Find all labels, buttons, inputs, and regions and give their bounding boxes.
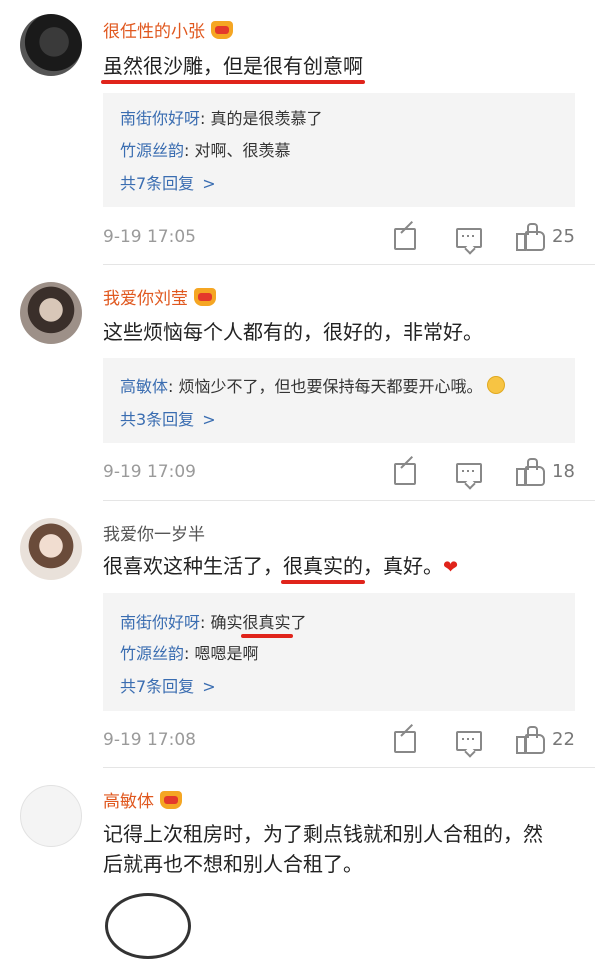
highlighted-text: 很真实的 [283,554,363,578]
comment-text: 很喜欢这种生活了，很真实的，真好。❤ [103,554,459,578]
timestamp: 9-19 17:05 [103,227,196,247]
more-replies-link[interactable]: 共7条回复 > [120,673,216,697]
share-icon[interactable] [392,723,416,753]
reply-username[interactable]: 南街你好呀 [120,109,200,128]
avatar[interactable] [20,785,82,847]
reply-item[interactable]: 南街你好呀: 确实很真实了 [120,609,307,633]
share-icon[interactable] [392,220,416,250]
like-count: 18 [552,461,575,482]
reply-item[interactable]: 竹源丝韵: 对啊、很羡慕 [120,137,291,161]
avatar[interactable] [20,518,82,580]
more-replies-link[interactable]: 共7条回复 > [120,170,216,194]
highlighted-text: 虽然很沙雕，但是很有创意啊 [103,54,363,78]
chevron-right-icon: > [202,174,216,193]
vip-crown-icon [194,288,216,306]
reply-username[interactable]: 竹源丝韵 [120,141,184,160]
sticker-image[interactable] [105,893,191,959]
reply-username[interactable]: 竹源丝韵 [120,644,184,663]
timestamp: 9-19 17:09 [103,462,196,482]
chevron-right-icon: > [202,410,216,429]
replies-box[interactable]: 南街你好呀: 真的是很羡慕了 竹源丝韵: 对啊、很羡慕 共7条回复 > [103,93,575,207]
reply-username[interactable]: 南街你好呀 [120,613,200,632]
comment-icon[interactable] [456,729,482,753]
replies-box[interactable]: 高敏体: 烦恼少不了，但也要保持每天都要开心哦。 共3条回复 > [103,358,575,443]
avatar[interactable] [20,282,82,344]
comment-text: 这些烦恼每个人都有的，很好的，非常好。 [103,320,483,344]
vip-crown-icon [211,21,233,39]
like-count: 25 [552,226,575,247]
replies-box[interactable]: 南街你好呀: 确实很真实了 竹源丝韵: 嗯嗯是啊 共7条回复 > [103,593,575,711]
heart-icon: ❤ [443,557,459,578]
more-replies-link[interactable]: 共3条回复 > [120,406,216,430]
avatar[interactable] [20,14,82,76]
reply-username[interactable]: 高敏体 [120,377,168,396]
comment-text: 虽然很沙雕，但是很有创意啊 [103,50,573,82]
highlighted-text: 很真实 [242,613,291,632]
username[interactable]: 高敏体 [103,787,182,812]
like-icon[interactable] [516,458,545,486]
reply-item[interactable]: 南街你好呀: 真的是很羡慕了 [120,105,323,129]
comment-text-line: 记得上次租房时，为了剩点钱就和别人合租的，然 [103,822,543,846]
share-icon[interactable] [392,455,416,485]
reply-item[interactable]: 竹源丝韵: 嗯嗯是啊 [120,640,259,664]
username[interactable]: 我爱你刘莹 [103,284,216,309]
like-icon[interactable] [516,223,545,251]
divider [103,767,595,768]
divider [103,500,595,501]
smile-emoji-icon [486,376,505,394]
comment-text-line: 后就再也不想和别人合租了。 [103,852,363,876]
vip-crown-icon [160,791,182,809]
reply-item[interactable]: 高敏体: 烦恼少不了，但也要保持每天都要开心哦。 [120,373,505,397]
divider [103,264,595,265]
username[interactable]: 我爱你一岁半 [103,520,205,545]
comment-icon[interactable] [456,461,482,485]
timestamp: 9-19 17:08 [103,730,196,750]
username[interactable]: 很任性的小张 [103,17,233,42]
like-count: 22 [552,729,575,750]
chevron-right-icon: > [202,677,216,696]
like-icon[interactable] [516,726,545,754]
comment-icon[interactable] [456,226,482,250]
